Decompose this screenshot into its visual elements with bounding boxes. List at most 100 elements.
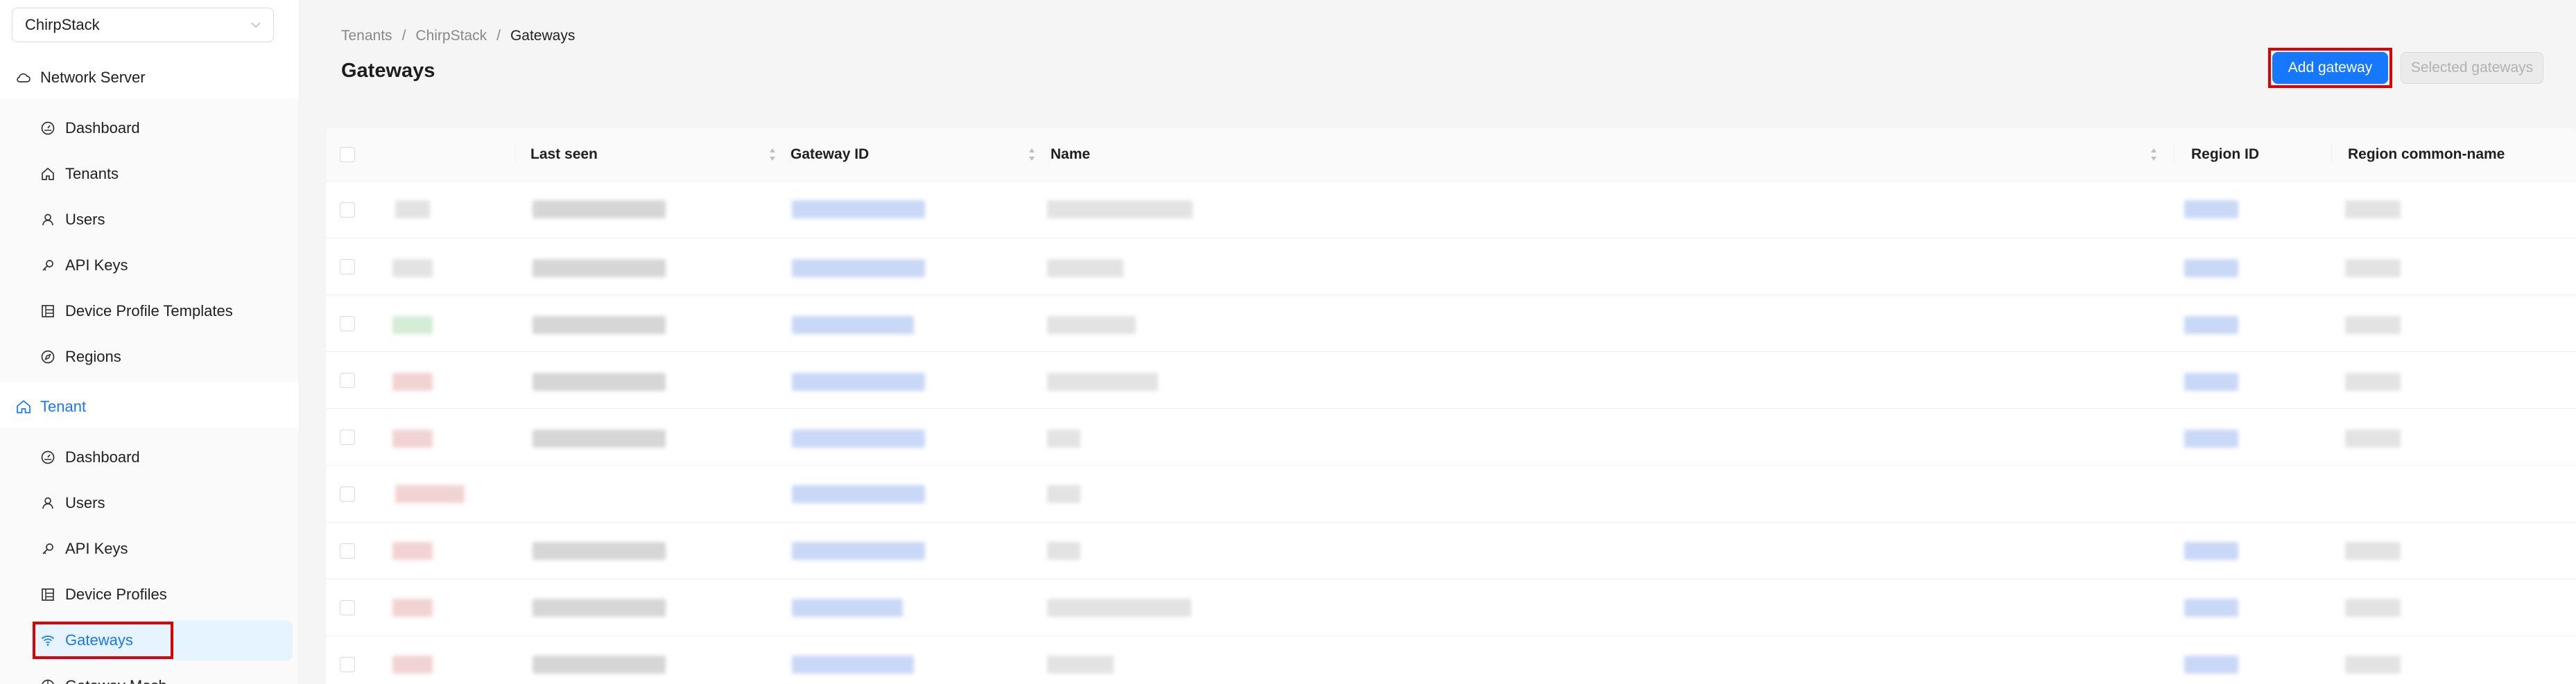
column-region-id: Region ID xyxy=(2191,146,2259,162)
add-gateway-button[interactable]: Add gateway xyxy=(2272,52,2388,84)
sidebar-item-ns-api-keys[interactable]: API Keys xyxy=(33,245,293,286)
menu-group-tenant[interactable]: Tenant xyxy=(0,386,299,428)
table-row[interactable] xyxy=(326,238,2576,295)
redacted-cell xyxy=(392,259,433,277)
row-checkbox[interactable] xyxy=(340,543,355,559)
redacted-cell xyxy=(2184,542,2238,560)
tenant-select[interactable]: ChirpStack xyxy=(12,8,274,42)
user-icon xyxy=(40,496,55,511)
sidebar-item-ns-device-profile-templates[interactable]: Device Profile Templates xyxy=(33,291,293,331)
redacted-cell[interactable] xyxy=(792,259,925,277)
sidebar-item-ns-regions[interactable]: Regions xyxy=(33,337,293,377)
row-checkbox[interactable] xyxy=(340,430,355,445)
table-row[interactable] xyxy=(326,295,2576,352)
column-divider xyxy=(2331,144,2332,165)
sidebar-item-label: Gateways xyxy=(65,631,133,649)
row-checkbox[interactable] xyxy=(340,600,355,615)
sidebar-item-ns-tenants[interactable]: Tenants xyxy=(33,154,293,194)
redacted-cell xyxy=(533,599,666,617)
redacted-cell xyxy=(2184,656,2238,674)
redacted-cell xyxy=(1047,259,1123,277)
table-row[interactable] xyxy=(326,409,2576,466)
column-divider xyxy=(515,144,516,165)
sort-icon[interactable] xyxy=(768,146,777,164)
table-row[interactable] xyxy=(326,466,2576,523)
redacted-cell xyxy=(1047,599,1191,617)
column-last-seen[interactable]: Last seen xyxy=(530,128,598,182)
sidebar-item-tenant-api-keys[interactable]: API Keys xyxy=(33,529,293,569)
sidebar-item-label: Users xyxy=(65,211,105,228)
redacted-cell xyxy=(1047,542,1080,560)
redacted-cell xyxy=(533,316,666,334)
breadcrumb-separator: / xyxy=(496,28,501,44)
redacted-cell[interactable] xyxy=(792,430,925,448)
sidebar-item-label: Device Profiles xyxy=(65,586,167,603)
gateways-table: Last seen Gateway ID Name Region ID Regi… xyxy=(326,128,2576,684)
redacted-cell xyxy=(392,316,433,334)
sidebar-item-label: Dashboard xyxy=(65,448,140,466)
sidebar-item-ns-dashboard[interactable]: Dashboard xyxy=(33,108,293,148)
sidebar-item-ns-users[interactable]: Users xyxy=(33,200,293,240)
dashboard-icon xyxy=(40,121,55,136)
sidebar-item-tenant-dashboard[interactable]: Dashboard xyxy=(33,437,293,477)
select-all-checkbox[interactable] xyxy=(340,147,355,162)
row-checkbox[interactable] xyxy=(340,657,355,672)
redacted-cell[interactable] xyxy=(792,656,914,674)
breadcrumb-tenants[interactable]: Tenants xyxy=(341,28,392,44)
row-checkbox[interactable] xyxy=(340,373,355,388)
redacted-cell xyxy=(2184,200,2238,218)
row-checkbox[interactable] xyxy=(340,259,355,274)
redacted-cell xyxy=(2345,430,2401,448)
app-root: ChirpStack Network Server Dashboard Tena… xyxy=(0,0,2576,684)
redacted-cell[interactable] xyxy=(792,200,925,218)
sidebar-item-label: Users xyxy=(65,494,105,511)
redacted-cell[interactable] xyxy=(792,599,903,617)
redacted-cell[interactable] xyxy=(792,373,925,391)
menu-group-network-server[interactable]: Network Server xyxy=(0,57,299,98)
redacted-cell xyxy=(2345,656,2401,674)
redacted-cell xyxy=(2345,542,2401,560)
redacted-cell xyxy=(533,542,666,560)
sort-icon[interactable] xyxy=(1028,146,1036,164)
redacted-cell xyxy=(392,430,433,448)
row-checkbox[interactable] xyxy=(340,486,355,502)
selected-gateways-button[interactable]: Selected gateways xyxy=(2401,52,2543,84)
breadcrumb-chirpstack[interactable]: ChirpStack xyxy=(415,28,487,44)
home-icon xyxy=(40,166,55,182)
column-name[interactable]: Name xyxy=(1051,128,1090,182)
breadcrumb: Tenants / ChirpStack / Gateways xyxy=(341,28,575,44)
redacted-cell xyxy=(1047,200,1193,218)
sort-icon[interactable] xyxy=(2150,146,2158,164)
row-checkbox[interactable] xyxy=(340,316,355,331)
table-header: Last seen Gateway ID Name Region ID Regi… xyxy=(326,128,2576,182)
sidebar-item-tenant-gateway-mesh[interactable]: Gateway Mesh xyxy=(33,666,293,684)
sidebar-item-label: Regions xyxy=(65,348,121,365)
sidebar-item-tenant-gateways[interactable]: Gateways xyxy=(33,620,293,660)
redacted-cell xyxy=(1047,373,1158,391)
redacted-cell xyxy=(395,200,430,218)
redacted-cell xyxy=(1047,485,1080,503)
redacted-cell xyxy=(2345,599,2401,617)
table-row[interactable] xyxy=(326,636,2576,684)
cloud-icon xyxy=(15,69,32,86)
redacted-cell xyxy=(2184,599,2238,617)
table-row[interactable] xyxy=(326,352,2576,409)
redacted-cell[interactable] xyxy=(792,316,914,334)
dashboard-icon xyxy=(40,450,55,465)
redacted-cell[interactable] xyxy=(792,542,925,560)
redacted-cell xyxy=(2345,373,2401,391)
column-gateway-id[interactable]: Gateway ID xyxy=(790,128,869,182)
redacted-cell xyxy=(533,430,666,448)
sidebar-item-label: Tenants xyxy=(65,165,119,182)
sidebar: ChirpStack Network Server Dashboard Tena… xyxy=(0,0,300,684)
table-row[interactable] xyxy=(326,579,2576,636)
table-row[interactable] xyxy=(326,182,2576,238)
sidebar-item-tenant-device-profiles[interactable]: Device Profiles xyxy=(33,575,293,615)
row-checkbox[interactable] xyxy=(340,202,355,218)
redacted-cell xyxy=(2184,316,2238,334)
redacted-cell xyxy=(533,656,666,674)
table-row[interactable] xyxy=(326,523,2576,579)
sidebar-item-tenant-users[interactable]: Users xyxy=(33,483,293,523)
redacted-cell xyxy=(1047,430,1080,448)
redacted-cell[interactable] xyxy=(792,485,925,503)
